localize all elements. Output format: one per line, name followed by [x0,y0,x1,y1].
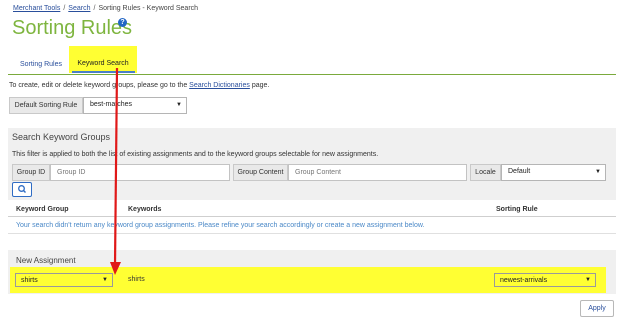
caret-down-icon: ▼ [176,102,182,108]
locale-label: Locale [470,164,501,181]
search-dictionaries-link[interactable]: Search Dictionaries [189,82,250,89]
caret-down-icon: ▼ [585,277,591,283]
breadcrumb-current: Sorting Rules - Keyword Search [98,5,199,12]
empty-results-message: Your search didn't return any keyword gr… [16,222,425,229]
breadcrumb-separator: / [93,5,96,12]
tab-sorting-rules[interactable]: Sorting Rules [15,56,67,73]
new-assignment-title: New Assignment [16,256,76,265]
annotation-arrow [110,67,121,275]
search-panel-title: Search Keyword Groups [12,132,111,142]
intro-text-before: To create, edit or delete keyword groups… [9,82,190,89]
sorting-rule-select[interactable]: newest-arrivals ▼ [494,273,596,287]
group-content-input[interactable] [288,164,467,181]
tabs-divider [8,74,616,75]
apply-button[interactable]: Apply [580,300,614,317]
caret-down-icon: ▼ [595,169,601,175]
page-title: Sorting Rules [12,17,133,39]
column-keyword-group: Keyword Group [16,206,69,213]
group-id-label: Group ID [12,164,50,181]
column-keywords: Keywords [128,206,162,213]
intro-text-after: page. [249,82,270,89]
group-id-input[interactable] [50,164,230,181]
search-panel-description: This filter is applied to both the list … [12,151,379,158]
tab-keyword-search[interactable]: Keyword Search [69,46,137,73]
sorting-rule-value: newest-arrivals [500,277,548,284]
breadcrumb-separator: / [63,5,66,12]
column-sorting-rule: Sorting Rule [496,206,538,213]
intro-text: To create, edit or delete keyword groups… [9,82,269,89]
keyword-group-value: shirts [21,277,38,284]
table-header-divider [8,216,616,217]
active-tab-indicator [72,71,135,73]
table-divider [8,233,616,234]
breadcrumb: Merchant Tools / Search / Sorting Rules - Ke… [13,5,198,12]
default-sorting-rule-select[interactable]: best-matches ▼ [83,97,187,114]
help-icon[interactable]: ? [118,18,127,27]
default-sorting-rule-label: Default Sorting Rule [9,97,83,114]
group-content-label: Group Content [233,164,288,181]
locale-value: Default [508,168,531,175]
locale-select[interactable]: Default ▼ [501,164,606,181]
magnifier-icon [18,185,26,193]
keyword-group-select[interactable]: shirts ▼ [15,273,113,287]
search-button[interactable] [12,182,32,197]
new-assignment-keywords: shirts [128,276,145,283]
breadcrumb-merchant-tools[interactable]: Merchant Tools [13,5,60,12]
breadcrumb-search[interactable]: Search [68,5,90,12]
